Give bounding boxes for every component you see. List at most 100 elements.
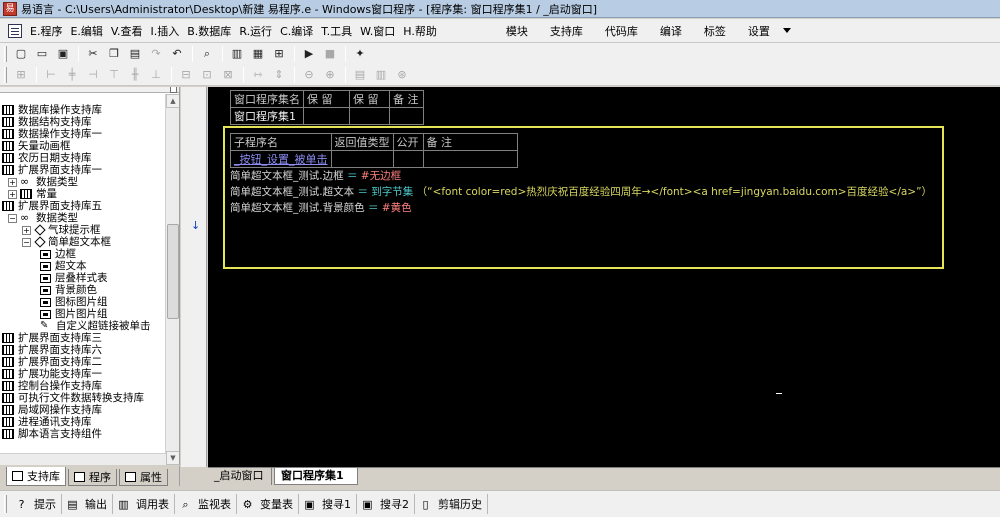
tree-expander[interactable]: + xyxy=(8,177,17,187)
menu-database[interactable]: B.数据库 xyxy=(183,23,235,39)
new-icon[interactable]: ▢ xyxy=(11,45,31,63)
tree-item[interactable]: − 简单超文本框 xyxy=(0,236,166,248)
menu-view[interactable]: V.查看 xyxy=(107,23,147,39)
tree-item[interactable]: 扩展界面支持库三 xyxy=(0,332,166,344)
tab-support-lib[interactable]: 支持库 xyxy=(6,467,66,486)
menu-settings[interactable]: 设置 xyxy=(737,23,781,39)
scroll-up-icon[interactable]: ▲ xyxy=(166,94,179,108)
menu-insert[interactable]: I.插入 xyxy=(147,23,184,39)
align-grid-icon[interactable]: ⊞ xyxy=(11,66,31,84)
align-middle-icon[interactable]: ╫ xyxy=(125,66,145,84)
document-icon[interactable] xyxy=(8,23,22,38)
align-center-icon[interactable]: ╪ xyxy=(62,66,82,84)
tree-item[interactable]: 扩展界面支持库二 xyxy=(0,356,166,368)
find-icon[interactable]: ⌕ xyxy=(197,45,217,63)
tab-properties[interactable]: 属性 xyxy=(119,469,168,486)
menu-tools[interactable]: T.工具 xyxy=(317,23,356,39)
clip-history-button[interactable]: ▯ 剪辑历史 xyxy=(415,494,488,514)
menu-window[interactable]: W.窗口 xyxy=(356,23,399,39)
tab-startup-window[interactable]: _启动窗口 xyxy=(208,468,272,485)
tree-item[interactable]: 数据操作支持库一 xyxy=(0,128,166,140)
tree-expander[interactable]: + xyxy=(22,225,31,235)
paste-icon[interactable]: ▤ xyxy=(125,45,145,63)
menu-tags[interactable]: 标签 xyxy=(693,23,737,39)
call-table-button[interactable]: ▥ 调用表 xyxy=(113,494,175,514)
code-line[interactable]: 简单超文本框_测试.边框 ＝ #无边框 xyxy=(230,168,401,183)
tree-item[interactable]: 背景颜色 xyxy=(0,284,166,296)
variables-button[interactable]: ⚙ 变量表 xyxy=(237,494,299,514)
chevron-down-icon[interactable] xyxy=(782,28,791,33)
subroutine-name[interactable]: _按钮_设置_被单击 xyxy=(230,150,332,168)
tree-item[interactable]: 数据结构支持库 xyxy=(0,116,166,128)
table-cell[interactable] xyxy=(422,150,518,168)
space-h-icon[interactable]: ⇿ xyxy=(248,66,268,84)
same-size-icon[interactable]: ⊠ xyxy=(218,66,238,84)
output-button[interactable]: ▤ 输出 xyxy=(62,494,113,514)
order-back-icon[interactable]: ▥ xyxy=(371,66,391,84)
menu-help[interactable]: H.帮助 xyxy=(399,23,441,39)
lock-icon[interactable]: ⊛ xyxy=(392,66,412,84)
tree-item[interactable]: 数据库操作支持库 xyxy=(0,104,166,116)
tree-expander[interactable]: + xyxy=(8,189,17,199)
tree-item[interactable]: 农历日期支持库 xyxy=(0,152,166,164)
tree-item[interactable]: 扩展界面支持库五 xyxy=(0,200,166,212)
menu-edit[interactable]: E.编辑 xyxy=(66,23,106,39)
tree-item[interactable]: 进程通讯支持库 xyxy=(0,416,166,428)
stop-icon[interactable]: ■ xyxy=(320,45,340,63)
same-width-icon[interactable]: ⊟ xyxy=(176,66,196,84)
search1-button[interactable]: ▣ 搜寻1 xyxy=(299,494,357,514)
copy-icon[interactable]: ❐ xyxy=(104,45,124,63)
open-icon[interactable]: ▭ xyxy=(32,45,52,63)
menu-compile[interactable]: C.编译 xyxy=(276,23,317,39)
tree-item[interactable]: 扩展界面支持库一 xyxy=(0,164,166,176)
table-cell[interactable] xyxy=(392,150,424,168)
tree-vertical-scrollbar[interactable]: ▲ ▼ xyxy=(165,94,179,465)
code-line[interactable]: 简单超文本框_测试.超文本 ＝ 到字节集 （“<font color=red>热… xyxy=(230,184,932,199)
search2-button[interactable]: ▣ 搜寻2 xyxy=(357,494,415,514)
tree-item[interactable]: ✎ 自定义超链接被单击 xyxy=(0,320,166,332)
tree-item[interactable]: 边框 xyxy=(0,248,166,260)
toolbar-grip[interactable] xyxy=(4,495,7,513)
center-v-icon[interactable]: ⊕ xyxy=(320,66,340,84)
window-icon[interactable]: ▦ xyxy=(248,45,268,63)
scrollbar-thumb[interactable] xyxy=(167,224,179,319)
save-icon[interactable]: ▣ xyxy=(53,45,73,63)
menu-run[interactable]: R.运行 xyxy=(235,23,276,39)
code-editor[interactable]: 窗口程序集名 保 留 保 留 备 注 窗口程序集1 子程序名 返回值类型 公开 … xyxy=(208,87,1000,467)
tab-program[interactable]: 程序 xyxy=(68,469,117,486)
table-cell[interactable] xyxy=(349,107,390,125)
align-left-icon[interactable]: ⊢ xyxy=(41,66,61,84)
tree-expander[interactable]: − xyxy=(8,213,17,223)
table-icon[interactable]: ⊞ xyxy=(269,45,289,63)
tree-item[interactable]: − ∞ 数据类型 xyxy=(0,212,166,224)
align-right-icon[interactable]: ⊣ xyxy=(83,66,103,84)
menu-compile-right[interactable]: 编译 xyxy=(649,23,693,39)
space-v-icon[interactable]: ⇕ xyxy=(269,66,289,84)
menu-code-lib[interactable]: 代码库 xyxy=(594,23,649,39)
tree-expander[interactable]: − xyxy=(22,237,31,247)
layout-icon[interactable]: ▥ xyxy=(227,45,247,63)
tips-button[interactable]: ? 提示 xyxy=(11,494,62,514)
tree-item[interactable]: 扩展界面支持库六 xyxy=(0,344,166,356)
tree-item[interactable]: + 气球提示框 xyxy=(0,224,166,236)
panel-splitter[interactable]: ↓ xyxy=(181,87,207,467)
menu-support-lib[interactable]: 支持库 xyxy=(539,23,594,39)
same-height-icon[interactable]: ⊡ xyxy=(197,66,217,84)
code-line[interactable]: 简单超文本框_测试.背景颜色 ＝ #黄色 xyxy=(230,200,412,215)
undo-icon[interactable]: ↶ xyxy=(167,45,187,63)
toolbar-grip[interactable] xyxy=(4,66,7,83)
run-icon[interactable]: ▶ xyxy=(299,45,319,63)
tree-item[interactable]: + ∞ 数据类型 xyxy=(0,176,166,188)
order-front-icon[interactable]: ▤ xyxy=(350,66,370,84)
table-cell[interactable] xyxy=(389,107,424,125)
menu-program[interactable]: E.程序 xyxy=(26,23,66,39)
toolbar-grip[interactable] xyxy=(4,45,7,62)
tree-item[interactable]: + 常量 xyxy=(0,188,166,200)
tree-item[interactable]: 扩展功能支持库一 xyxy=(0,368,166,380)
center-h-icon[interactable]: ⊖ xyxy=(299,66,319,84)
tree-item[interactable]: 可执行文件数据转换支持库 xyxy=(0,392,166,404)
tree-item[interactable]: 图片图片组 xyxy=(0,308,166,320)
tree-item[interactable]: 矢量动画框 xyxy=(0,140,166,152)
tree-item[interactable]: 超文本 xyxy=(0,260,166,272)
align-bottom-icon[interactable]: ⊥ xyxy=(146,66,166,84)
